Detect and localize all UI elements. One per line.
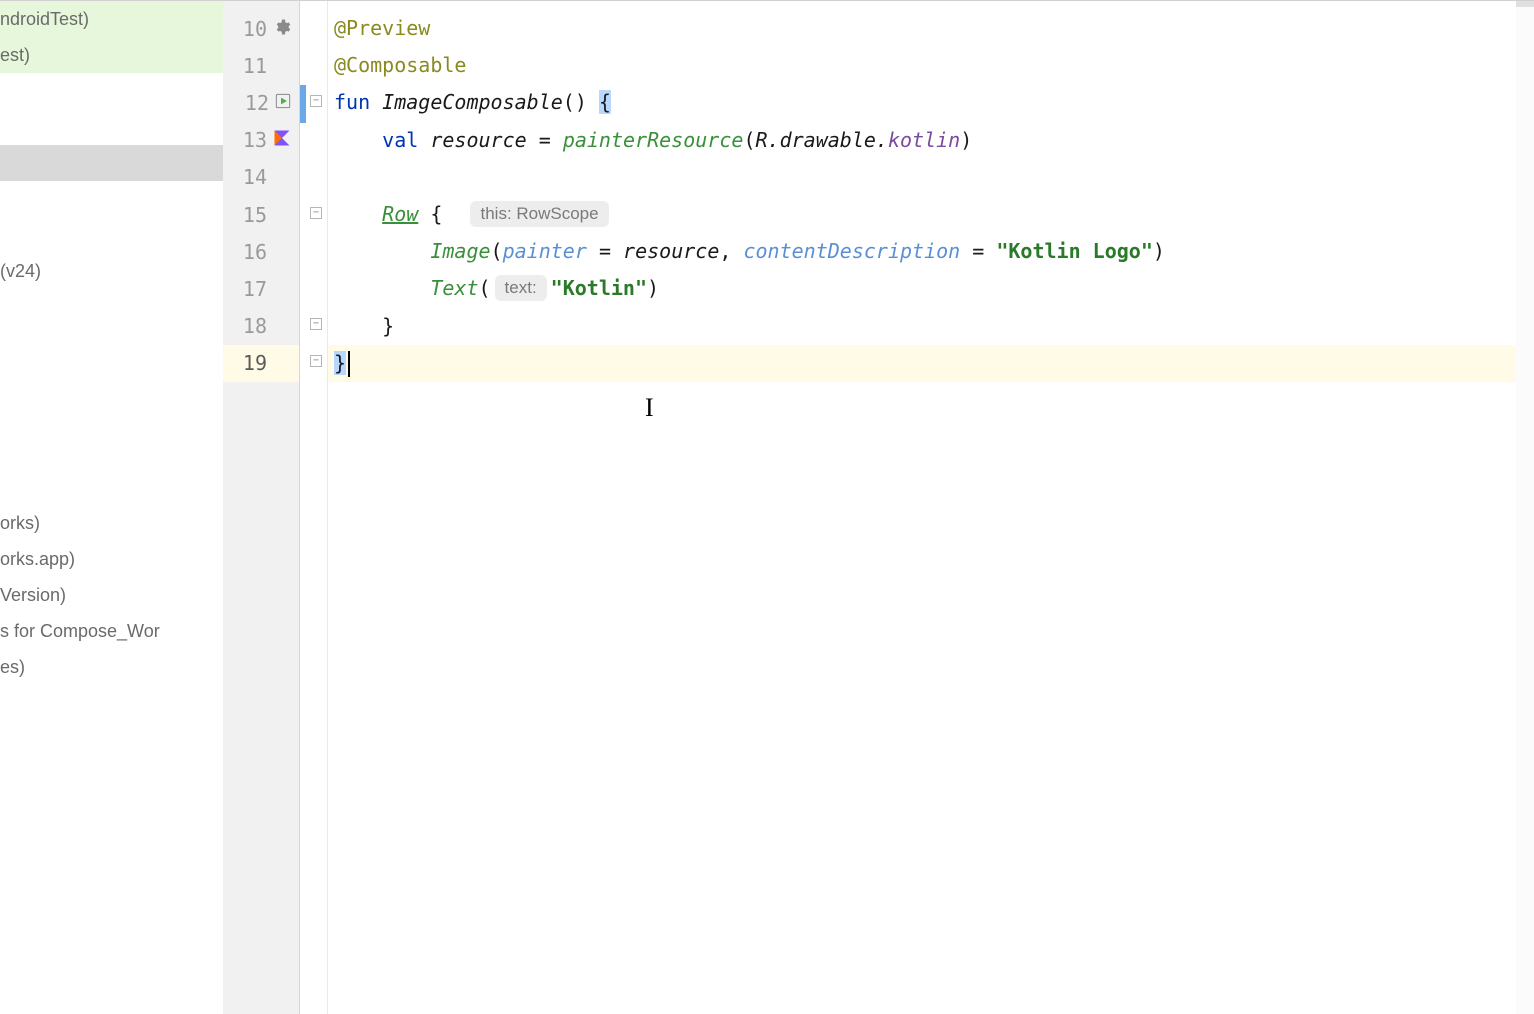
- sidebar-item[interactable]: [0, 289, 223, 325]
- kotlin-icon: [273, 129, 291, 151]
- code-line[interactable]: Row { this: RowScope: [328, 196, 1534, 233]
- code-editor[interactable]: @Preview @Composable fun ImageComposable…: [300, 1, 1534, 1014]
- code-line[interactable]: fun ImageComposable() {: [328, 84, 1534, 121]
- code-line[interactable]: Image(painter = resource, contentDescrip…: [328, 233, 1534, 270]
- gutter-row[interactable]: 11: [223, 47, 299, 84]
- vcs-change-marker[interactable]: [300, 85, 306, 123]
- string-literal: "Kotlin": [551, 276, 647, 300]
- code-line[interactable]: [328, 159, 1534, 196]
- sidebar-item[interactable]: orks.app): [0, 541, 223, 577]
- gutter-row[interactable]: 10: [223, 10, 299, 47]
- line-number: 10: [237, 17, 267, 41]
- annotation: @Composable: [334, 53, 466, 77]
- sidebar-item[interactable]: [0, 217, 223, 253]
- editor-gutter[interactable]: 10 11 12 13 14 15 16 17 18 19: [223, 1, 300, 1014]
- keyword-val: val: [382, 128, 418, 152]
- named-arg-painter: painter: [503, 239, 587, 263]
- sidebar-item[interactable]: [0, 433, 223, 469]
- keyword-fun: fun: [334, 90, 370, 114]
- sidebar-item[interactable]: ndroidTest): [0, 1, 223, 37]
- gutter-row[interactable]: 19: [223, 345, 299, 382]
- sidebar-item[interactable]: [0, 109, 223, 145]
- line-number: 14: [237, 165, 267, 189]
- gutter-row[interactable]: 12: [223, 84, 299, 121]
- sidebar-item[interactable]: (v24): [0, 253, 223, 289]
- variable: resource: [430, 128, 526, 152]
- gutter-row[interactable]: 16: [223, 233, 299, 270]
- sidebar-item[interactable]: [0, 325, 223, 361]
- line-number: 17: [237, 277, 267, 301]
- gutter-row[interactable]: 18: [223, 308, 299, 345]
- line-number: 18: [237, 314, 267, 338]
- annotation: @Preview: [334, 16, 430, 40]
- mouse-text-cursor-icon: I: [645, 393, 654, 423]
- arg-value: resource: [623, 239, 719, 263]
- call-image: Image: [430, 239, 490, 263]
- gutter-row[interactable]: 15: [223, 196, 299, 233]
- brace-close: }: [382, 314, 394, 338]
- inlay-hint-text: text:: [495, 275, 547, 301]
- fold-collapse-icon[interactable]: [310, 207, 322, 219]
- brace-open-matched: {: [599, 90, 611, 114]
- gear-icon[interactable]: [273, 18, 291, 40]
- fold-end-icon[interactable]: [310, 355, 322, 367]
- line-number: 19: [237, 351, 267, 375]
- line-number: 11: [237, 54, 267, 78]
- sidebar-item[interactable]: [0, 397, 223, 433]
- sidebar-item[interactable]: es): [0, 649, 223, 685]
- app-root: ndroidTest)est) (v24) orks)orks.app) Versi…: [0, 0, 1534, 1014]
- code-line[interactable]: @Preview: [328, 10, 1534, 47]
- ref-r-drawable: R.drawable.: [755, 128, 887, 152]
- brace-open: {: [430, 202, 442, 226]
- parens: (): [563, 90, 599, 114]
- sidebar-item[interactable]: [0, 469, 223, 505]
- run-icon[interactable]: [275, 93, 291, 113]
- fold-collapse-icon[interactable]: [310, 95, 322, 107]
- sidebar-item[interactable]: [0, 145, 223, 181]
- line-number: 13: [237, 128, 267, 152]
- code-line[interactable]: Text(text:"Kotlin"): [328, 270, 1534, 307]
- line-number: 12: [239, 91, 269, 115]
- text-caret: [348, 351, 350, 377]
- sidebar-item[interactable]: Version): [0, 577, 223, 613]
- gutter-row[interactable]: 13: [223, 122, 299, 159]
- sidebar-item[interactable]: [0, 181, 223, 217]
- vertical-scrollbar[interactable]: [1516, 1, 1534, 1014]
- string-literal: "Kotlin Logo": [996, 239, 1153, 263]
- code-line[interactable]: }: [328, 308, 1534, 345]
- call-text: Text: [430, 276, 478, 300]
- sidebar-item[interactable]: [0, 361, 223, 397]
- function-name: ImageComposable: [382, 90, 563, 114]
- sidebar-item[interactable]: [0, 73, 223, 109]
- named-arg-contentdescription: contentDescription: [743, 239, 960, 263]
- sidebar-item[interactable]: s for Compose_Wor: [0, 613, 223, 649]
- call-painterResource: painterResource: [563, 128, 744, 152]
- fold-end-icon[interactable]: [310, 318, 322, 330]
- sidebar-item[interactable]: est): [0, 37, 223, 73]
- brace-close-matched: }: [334, 351, 346, 375]
- code-line[interactable]: val resource = painterResource(R.drawabl…: [328, 122, 1534, 159]
- gutter-row[interactable]: 14: [223, 159, 299, 196]
- code-area[interactable]: @Preview @Composable fun ImageComposable…: [328, 10, 1534, 382]
- ref-kotlin: kotlin: [888, 128, 960, 152]
- gutter-row[interactable]: 17: [223, 270, 299, 307]
- line-number: 15: [237, 203, 267, 227]
- project-sidebar[interactable]: ndroidTest)est) (v24) orks)orks.app) Versi…: [0, 1, 223, 1014]
- line-number: 16: [237, 240, 267, 264]
- sidebar-item[interactable]: orks): [0, 505, 223, 541]
- code-line[interactable]: @Composable: [328, 47, 1534, 84]
- fold-strip[interactable]: [300, 1, 328, 1014]
- inlay-hint-rowscope: this: RowScope: [470, 201, 608, 227]
- scrollbar-marker: [1516, 1, 1534, 7]
- code-line-current[interactable]: }: [328, 345, 1534, 382]
- call-row: Row: [382, 202, 418, 226]
